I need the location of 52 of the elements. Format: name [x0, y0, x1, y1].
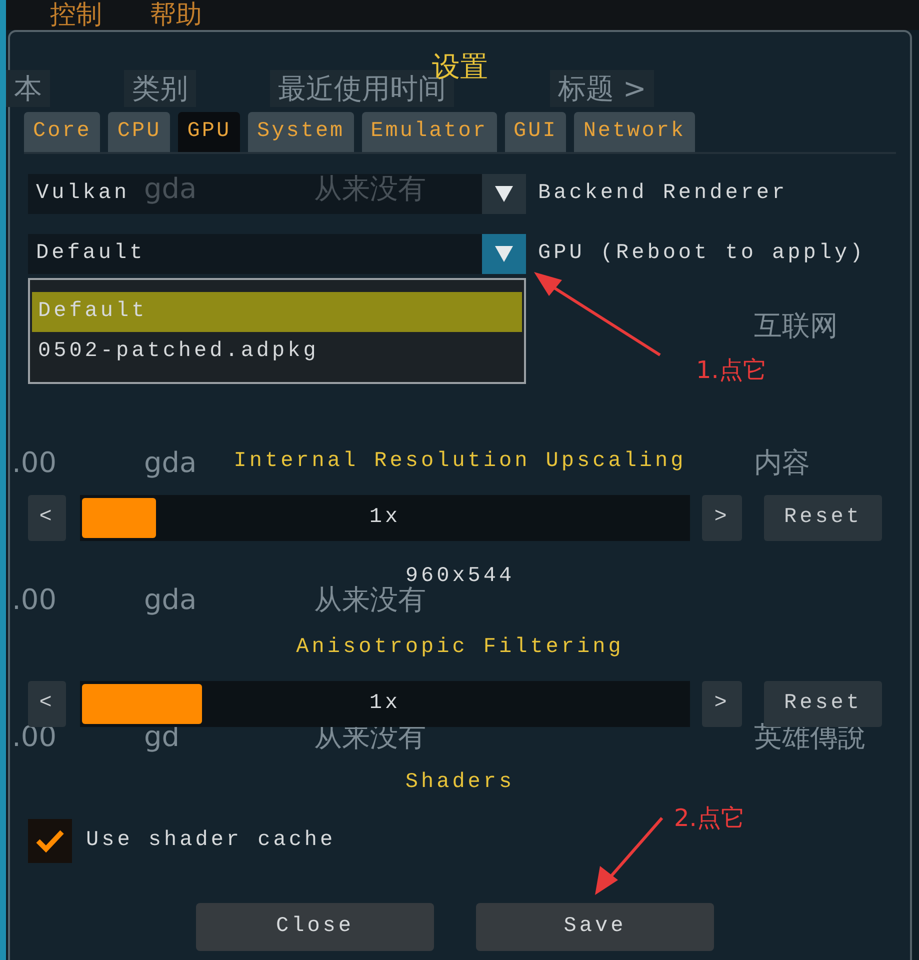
- dropdown-option[interactable]: 0502-patched.adpkg: [32, 332, 522, 372]
- slider-track[interactable]: 1x: [80, 495, 690, 541]
- section-heading: Shaders: [405, 771, 515, 794]
- checkbox[interactable]: [28, 818, 72, 862]
- table-cell: 互联网: [754, 308, 838, 342]
- increase-button[interactable]: >: [702, 495, 742, 541]
- tab[interactable]: Emulator: [362, 112, 496, 152]
- slider-thumb[interactable]: [82, 498, 156, 538]
- dropdown-value: Vulkan: [36, 180, 130, 207]
- tab[interactable]: System: [248, 112, 354, 152]
- table-cell: .00: [12, 582, 57, 616]
- dropdown-toggle[interactable]: [482, 174, 526, 214]
- table-cell: gda: [144, 582, 197, 616]
- menu-item[interactable]: 帮助: [150, 0, 202, 30]
- table-cell: 从来没有: [314, 172, 426, 204]
- checkmark-icon: [35, 828, 65, 854]
- decrease-button[interactable]: <: [28, 681, 66, 727]
- field-label: GPU (Reboot to apply): [538, 240, 866, 267]
- reset-button[interactable]: Reset: [764, 681, 882, 727]
- section-heading: Anisotropic Filtering: [296, 636, 624, 658]
- increase-button[interactable]: >: [702, 681, 742, 727]
- table-cell: gda: [144, 172, 197, 204]
- section-heading: Internal Resolution Upscaling: [234, 450, 686, 472]
- checkbox-label: Use shader cache: [86, 828, 336, 854]
- tab[interactable]: Core: [24, 112, 100, 152]
- tab[interactable]: CPU: [108, 112, 170, 152]
- dropdown[interactable]: Default: [28, 234, 526, 274]
- tab[interactable]: GPU: [178, 112, 240, 152]
- column-header[interactable]: 类别: [124, 70, 196, 107]
- decrease-button[interactable]: <: [28, 495, 66, 541]
- slider-track[interactable]: 1x: [80, 681, 690, 727]
- column-header[interactable]: 本: [6, 70, 50, 107]
- slider-value: 1x: [369, 505, 401, 532]
- dropdown-value: Default: [36, 240, 146, 267]
- annotation-text: 2.点它: [674, 803, 745, 834]
- table-cell: gda: [144, 446, 197, 478]
- tab[interactable]: GUI: [504, 112, 566, 152]
- reset-button[interactable]: Reset: [764, 495, 882, 541]
- field-label: Backend Renderer: [538, 180, 788, 207]
- dialog-button[interactable]: Save: [476, 902, 714, 950]
- menu-item[interactable]: 控制: [50, 0, 102, 30]
- table-cell: 内容: [754, 446, 810, 478]
- slider-value: 1x: [369, 691, 401, 718]
- dropdown-arrow-icon: [494, 184, 514, 202]
- dialog-button[interactable]: Close: [196, 902, 434, 950]
- dropdown-toggle[interactable]: [482, 234, 526, 274]
- table-cell: .00: [12, 446, 57, 478]
- dropdown-arrow-icon: [494, 244, 514, 262]
- tab[interactable]: Network: [574, 112, 695, 152]
- column-header[interactable]: 标题 >: [550, 70, 654, 107]
- slider-thumb[interactable]: [82, 684, 202, 724]
- annotation-text: 1.点它: [696, 355, 767, 386]
